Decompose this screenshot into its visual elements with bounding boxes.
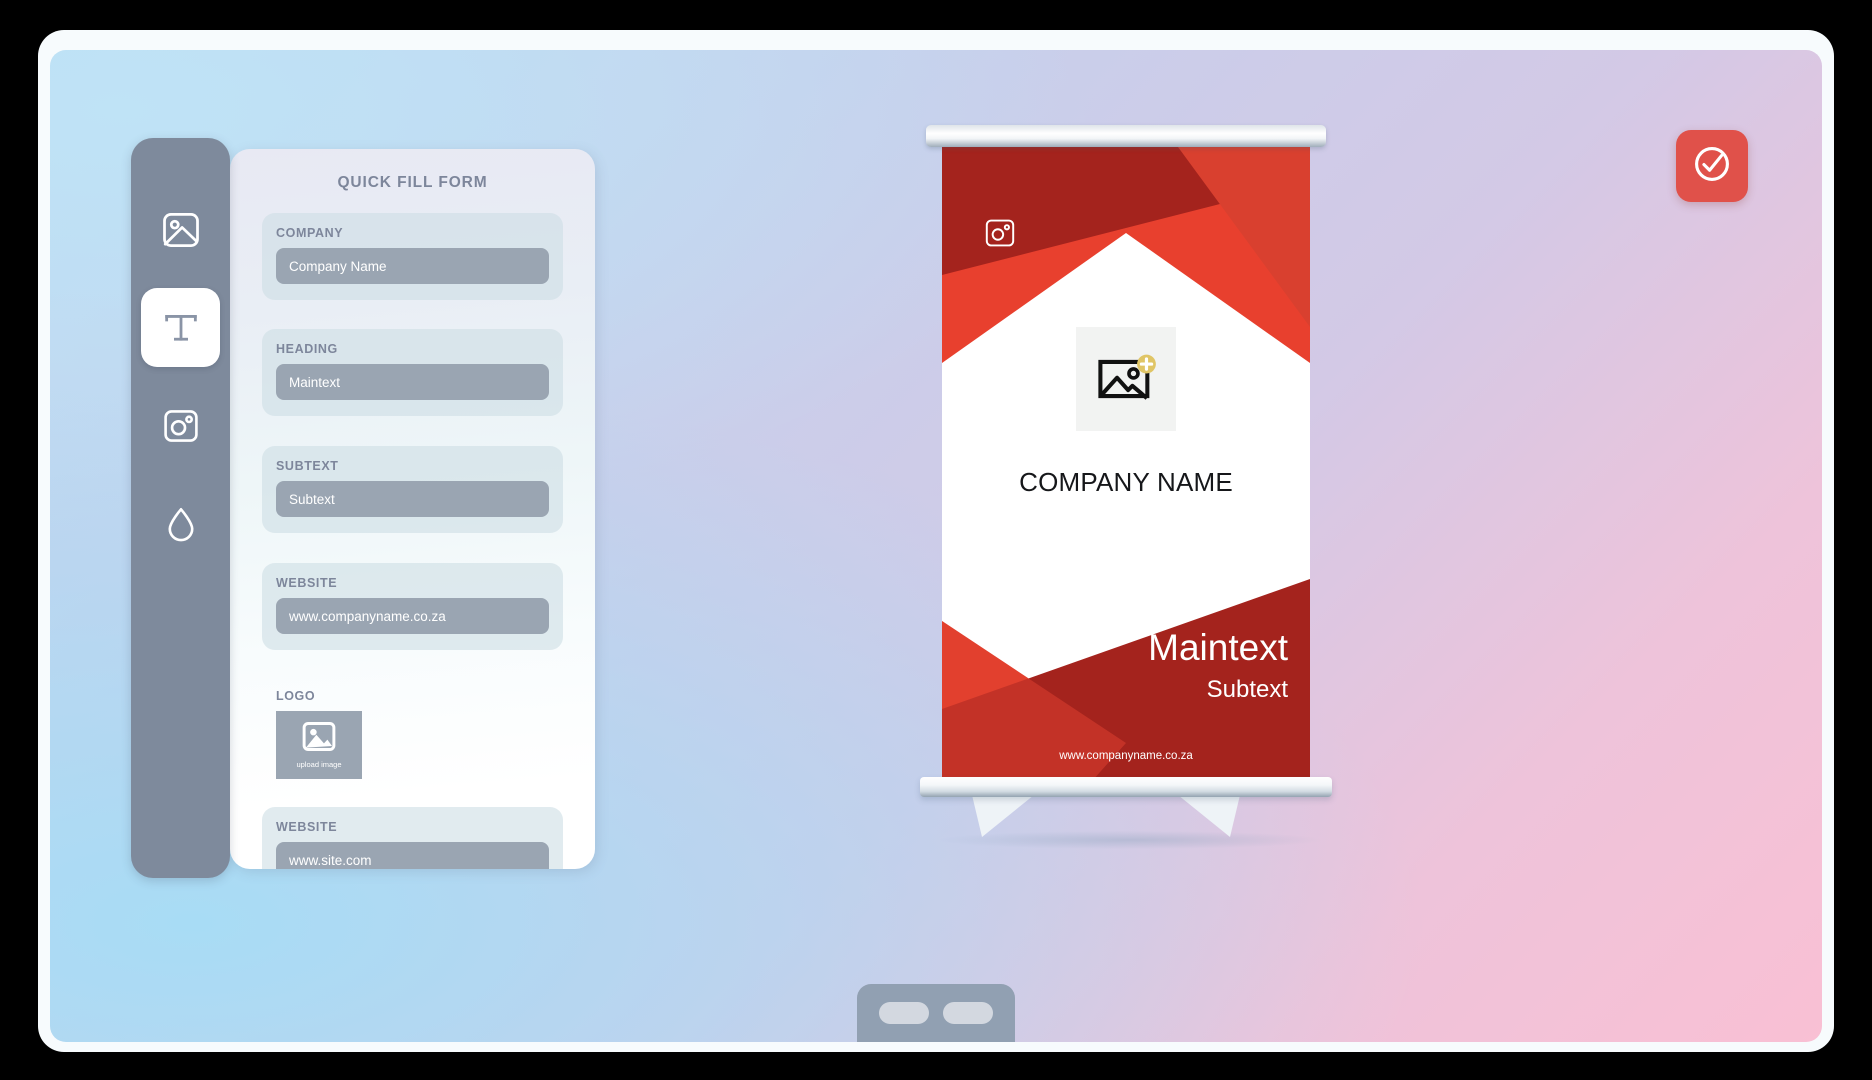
check-circle-icon [1690,142,1734,191]
camera-icon [160,405,202,447]
field-group-heading: HEADING [262,329,563,416]
field-group-subtext: SUBTEXT [262,446,563,533]
banner-foot-right [1178,795,1240,837]
field-label-subtext: SUBTEXT [276,459,339,473]
logo-upload-button[interactable]: upload image [276,711,362,779]
field-group-website: WEBSITE [262,563,563,650]
banner-logo-placeholder[interactable] [1076,327,1176,431]
banner-company-name: COMPANY NAME [1019,467,1233,497]
banner-website: www.companyname.co.za [1059,750,1193,762]
heading-input[interactable] [276,364,549,400]
bottom-dock [857,984,1015,1042]
text-icon [160,307,202,349]
droplet-icon [160,503,202,545]
camera-icon[interactable] [982,215,1018,251]
banner-foot-left [972,795,1034,837]
banner-artboard[interactable]: COMPANY NAME Maintext Subtext www.compan… [942,147,1310,781]
field-label-logo: LOGO [276,689,316,703]
banner-top-rail [926,125,1326,147]
company-input[interactable] [276,248,549,284]
image-placeholder-icon [300,721,338,757]
design-canvas[interactable]: QUICK FILL FORM COMPANY HEADING SUBTEXT … [50,50,1822,1042]
banner-base-rail [920,777,1332,797]
tool-rail [131,138,230,878]
confirm-button[interactable] [1676,130,1748,202]
add-image-icon [1094,351,1158,407]
field-label-website: WEBSITE [276,576,338,590]
quick-fill-form-panel: QUICK FILL FORM COMPANY HEADING SUBTEXT … [230,149,595,869]
sidebar-item-text-tool[interactable] [141,288,220,367]
rollup-banner[interactable]: COMPANY NAME Maintext Subtext www.compan… [920,125,1340,865]
field-group-logo: LOGO upload image [262,676,563,785]
device-frame: QUICK FILL FORM COMPANY HEADING SUBTEXT … [38,30,1834,1052]
logo-upload-caption: upload image [296,760,342,769]
image-icon [159,208,203,252]
dock-pill-right[interactable] [943,1002,993,1024]
banner-maintext: Maintext [1148,627,1288,668]
dock-pill-left[interactable] [879,1002,929,1024]
field-group-company: COMPANY [262,213,563,300]
field-label-company: COMPANY [276,226,344,240]
sidebar-item-image-tool[interactable] [141,190,220,269]
field-group-website-secondary: WEBSITE [262,807,563,869]
banner-subtext: Subtext [1206,676,1288,703]
website-secondary-input[interactable] [276,842,549,869]
sidebar-item-color-tool[interactable] [141,484,220,563]
sidebar-item-camera-tool[interactable] [141,386,220,465]
website-input[interactable] [276,598,549,634]
field-label-heading: HEADING [276,342,338,356]
subtext-input[interactable] [276,481,549,517]
field-label-website-secondary: WEBSITE [276,820,338,834]
page-title: QUICK FILL FORM [337,174,488,191]
